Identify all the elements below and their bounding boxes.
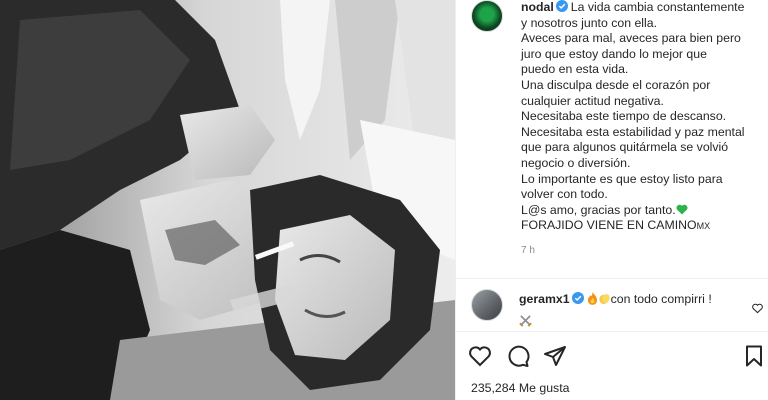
author-username[interactable]: nodal xyxy=(521,0,554,14)
caption-line: cualquier actitud negativa. xyxy=(521,93,664,108)
commenter-avatar[interactable] xyxy=(471,289,503,321)
caption-line: que para algunos quitármela se volvió xyxy=(521,140,729,155)
post-photo[interactable] xyxy=(0,0,455,400)
caption-line: puedo en esta vida. xyxy=(521,62,629,77)
action-bar xyxy=(468,344,762,370)
caption-text: nodal La vida cambia constantemente y nos… xyxy=(521,0,761,278)
caption-line: Necesitaba este tiempo de descanso. xyxy=(521,109,727,124)
caption-line: Lo importante es que estoy listo para xyxy=(521,171,723,186)
caption-line: Necesitaba esta estabilidad y paz mental xyxy=(521,124,745,139)
post-timestamp[interactable]: 7 h xyxy=(521,243,761,259)
green-heart-emoji xyxy=(676,204,688,215)
comment-bubble-icon[interactable] xyxy=(506,344,530,368)
comment-text: geramx1 con todo compirri ! xyxy=(519,289,734,329)
bookmark-icon[interactable] xyxy=(742,344,766,368)
caption-line: Una disculpa desde el corazón por xyxy=(521,77,711,92)
caption-line: L@s amo, gracias por tanto. xyxy=(521,202,676,217)
caption-line: Aveces para mal, aveces para bien pero xyxy=(521,31,741,46)
caption-line: negocio o diversión. xyxy=(521,155,631,170)
caption-line: volver con todo. xyxy=(521,187,608,202)
clapping-hands-emoji xyxy=(598,291,611,311)
caption-line: La vida cambia constantemente xyxy=(570,0,745,14)
paper-plane-icon[interactable] xyxy=(543,344,567,368)
caption-line: juro que estoy dando lo mejor que xyxy=(521,46,707,61)
divider xyxy=(456,331,768,332)
heart-icon[interactable] xyxy=(468,344,492,368)
verified-badge-icon xyxy=(571,290,584,304)
caption-line: y nosotros junto con ella. xyxy=(521,15,658,30)
small-heart-icon[interactable] xyxy=(752,301,763,314)
verified-badge-icon xyxy=(555,0,568,12)
commenter-username[interactable]: geramx1 xyxy=(519,292,570,306)
instagram-post: nodal La vida cambia constantemente y nos… xyxy=(0,0,768,400)
caption-block: nodal La vida cambia constantemente y nos… xyxy=(471,0,763,278)
country-flag-tag: MX xyxy=(696,221,711,232)
post-side-panel: nodal La vida cambia constantemente y nos… xyxy=(455,0,768,400)
fire-emoji xyxy=(587,291,598,311)
black-and-white-portrait-image xyxy=(0,0,455,400)
crossed-swords-emoji xyxy=(519,313,532,333)
author-avatar[interactable] xyxy=(471,0,503,32)
divider xyxy=(456,278,768,279)
comment-row: geramx1 con todo compirri ! xyxy=(471,289,763,329)
caption-line: FORAJIDO VIENE EN CAMINO xyxy=(521,218,697,233)
comment-message: con todo compirri ! xyxy=(610,292,712,306)
likes-count[interactable]: 235,284 Me gusta xyxy=(471,381,569,395)
